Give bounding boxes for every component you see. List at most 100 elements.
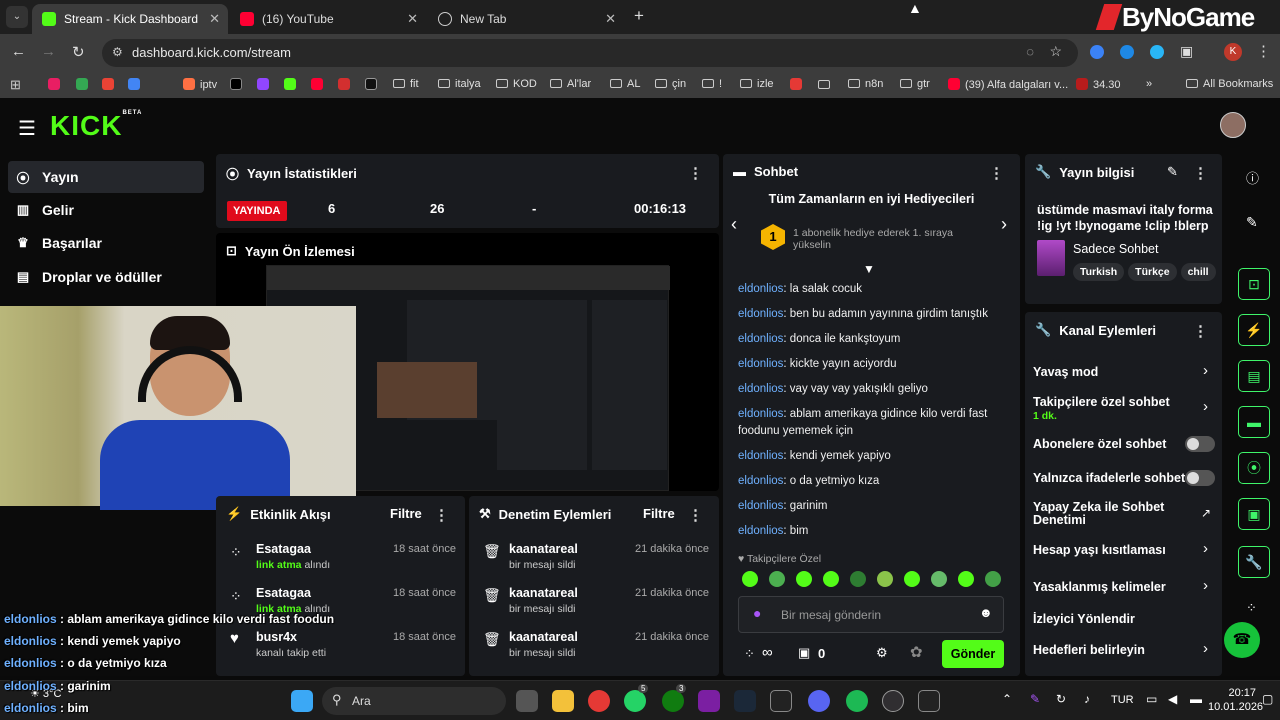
action-emotes-only[interactable]: Yalnızca ifadelerle sohbet: [1033, 470, 1217, 488]
info-icon[interactable]: ⓘ: [1246, 168, 1259, 187]
emotes-only-toggle[interactable]: [1185, 470, 1215, 486]
new-tab-button[interactable]: +: [634, 6, 644, 26]
list-item[interactable]: 🗑 kaanatareal bir mesajı sildi 21 dakika…: [469, 628, 719, 668]
task-view-icon[interactable]: [516, 690, 538, 712]
tools-button[interactable]: 🔧: [1238, 546, 1270, 578]
twitch-icon[interactable]: [257, 78, 269, 90]
taskbar-search[interactable]: ⚲ Ara: [322, 687, 506, 715]
bookmark-icon[interactable]: [365, 78, 377, 90]
start-button[interactable]: [291, 690, 313, 712]
action-raid[interactable]: İzleyici Yönlendir: [1033, 611, 1213, 629]
forward-icon[interactable]: →: [41, 43, 56, 60]
list-item[interactable]: ⁘ Esatagaa link atma alındı 18 saat önce: [216, 540, 465, 580]
more-options-icon[interactable]: ⋮: [989, 164, 1004, 182]
emote-icon[interactable]: [877, 571, 893, 587]
emote-icon[interactable]: [850, 571, 866, 587]
language-indicator[interactable]: TUR: [1111, 694, 1134, 706]
tab-new-tab[interactable]: New Tab ✕: [428, 4, 624, 34]
emoji-icon[interactable]: ☻: [979, 605, 993, 620]
tag[interactable]: Türkçe: [1128, 263, 1177, 281]
bookmark-iptv[interactable]: iptv: [183, 78, 217, 91]
mod-view-button[interactable]: ▣: [1238, 498, 1270, 530]
bookmark-folder-fit[interactable]: fit: [393, 78, 419, 90]
emote-icon[interactable]: [931, 571, 947, 587]
microphone-icon[interactable]: ♪: [1084, 692, 1090, 706]
tab-list-button[interactable]: ⌄: [6, 6, 28, 28]
kick-logo[interactable]: KICKBETA: [50, 110, 142, 142]
spotify-icon[interactable]: [846, 690, 868, 712]
profile-avatar[interactable]: K: [1224, 43, 1242, 61]
category-thumbnail[interactable]: [1037, 240, 1065, 276]
moderation-filter-button[interactable]: Filtre: [643, 506, 675, 521]
steam-icon[interactable]: [734, 690, 756, 712]
close-tab-icon[interactable]: ✕: [605, 11, 616, 27]
reload-icon[interactable]: ↻: [72, 43, 85, 61]
bookmark-folder-exclaim[interactable]: !: [702, 78, 722, 90]
emote-icon[interactable]: [904, 571, 920, 587]
bookmark-folder-n8n[interactable]: n8n: [848, 78, 883, 90]
sidebar-item-yayin[interactable]: ⦿ Yayın: [8, 161, 204, 193]
extensions-puzzle-icon[interactable]: ▣: [1180, 43, 1193, 60]
extension-icon[interactable]: [1090, 45, 1104, 59]
bookmark-icon[interactable]: [338, 78, 350, 90]
tag[interactable]: chill: [1180, 263, 1216, 281]
close-tab-icon[interactable]: ✕: [209, 11, 220, 27]
activity-filter-button[interactable]: Filtre: [390, 506, 422, 521]
tray-sync-icon[interactable]: ↻: [1056, 692, 1066, 706]
sidebar-item-basarilar[interactable]: ♛ Başarılar: [8, 227, 204, 259]
edit-pencil-icon[interactable]: ✎: [1167, 164, 1178, 180]
discord-icon[interactable]: [808, 690, 830, 712]
more-options-icon[interactable]: ⋮: [688, 506, 703, 524]
settings-gear-icon[interactable]: ⚙: [876, 645, 888, 661]
tray-overflow-icon[interactable]: ⌃: [1002, 692, 1012, 706]
whatsapp-icon[interactable]: 5: [624, 684, 649, 712]
boost-button[interactable]: ⚡: [1238, 314, 1270, 346]
apps-grid-icon[interactable]: ⊞: [10, 77, 21, 93]
tray-icon[interactable]: ✎: [1030, 692, 1040, 706]
bookmark-folder-kod[interactable]: KOD: [496, 78, 537, 90]
battery-icon[interactable]: ▬: [1190, 692, 1202, 706]
action-slow-mode[interactable]: Yavaş mod ›: [1033, 362, 1213, 382]
subscribers-only-toggle[interactable]: [1185, 436, 1215, 452]
bookmark-folder-cin[interactable]: çin: [655, 78, 686, 90]
epic-games-icon[interactable]: [770, 690, 792, 712]
bookmark-folder-gtr[interactable]: gtr: [900, 78, 930, 90]
notes-button[interactable]: ▤: [1238, 360, 1270, 392]
action-banned-words[interactable]: Yasaklanmış kelimeler ›: [1033, 577, 1213, 597]
list-item[interactable]: 🗑 kaanatareal bir mesajı sildi 21 dakika…: [469, 540, 719, 580]
action-followers-only[interactable]: Takipçilere özel sohbet 1 dk. ›: [1033, 394, 1213, 424]
action-ai-moderation[interactable]: Yapay Zeka ile Sohbet Denetimi ↗: [1033, 500, 1213, 530]
bookmark-folder-italya[interactable]: italya: [438, 78, 481, 90]
emote-icon[interactable]: [823, 571, 839, 587]
xbox-icon[interactable]: 3: [662, 684, 687, 712]
pinned-toggle-icon[interactable]: ▼: [863, 262, 875, 276]
send-button[interactable]: Gönder: [942, 640, 1004, 668]
sidebar-item-droplar[interactable]: ▤ Droplar ve ödüller: [8, 261, 204, 293]
obs-icon[interactable]: [882, 690, 904, 712]
next-gifter-icon[interactable]: ›: [1001, 214, 1007, 235]
list-item[interactable]: ♥ busr4x kanalı takip etti 18 saat önce: [216, 628, 465, 668]
prev-gifter-icon[interactable]: ‹: [731, 214, 737, 235]
microphone-icon[interactable]: ●: [753, 605, 761, 621]
emote-icon[interactable]: [769, 571, 785, 587]
notifications-icon[interactable]: ▢: [1262, 692, 1273, 706]
clip-button[interactable]: ⊡: [1238, 268, 1270, 300]
category-name[interactable]: Sadece Sohbet: [1073, 242, 1159, 256]
kick-icon[interactable]: [284, 78, 296, 90]
user-list-icon[interactable]: ⁘: [744, 646, 755, 662]
extension-icon[interactable]: [1150, 45, 1164, 59]
network-icon[interactable]: ▭: [1146, 692, 1157, 706]
folder-icon[interactable]: [818, 80, 830, 89]
back-icon[interactable]: ←: [11, 43, 26, 60]
x-icon[interactable]: [230, 78, 242, 90]
sidebar-item-gelir[interactable]: ▥ Gelir: [8, 194, 204, 226]
all-bookmarks[interactable]: All Bookmarks: [1186, 78, 1273, 90]
broadcast-button[interactable]: ⦿: [1238, 452, 1270, 484]
bookmark-icon[interactable]: [48, 78, 60, 90]
eye-slash-icon[interactable]: ◌: [1026, 44, 1034, 59]
close-tab-icon[interactable]: ✕: [407, 11, 418, 27]
bookmark-alfa[interactable]: (39) Alfa dalgaları v...: [948, 78, 1068, 91]
emote-icon[interactable]: [985, 571, 1001, 587]
bookmark-star-icon[interactable]: ☆: [1049, 43, 1062, 60]
epic-games-icon[interactable]: [918, 690, 940, 712]
